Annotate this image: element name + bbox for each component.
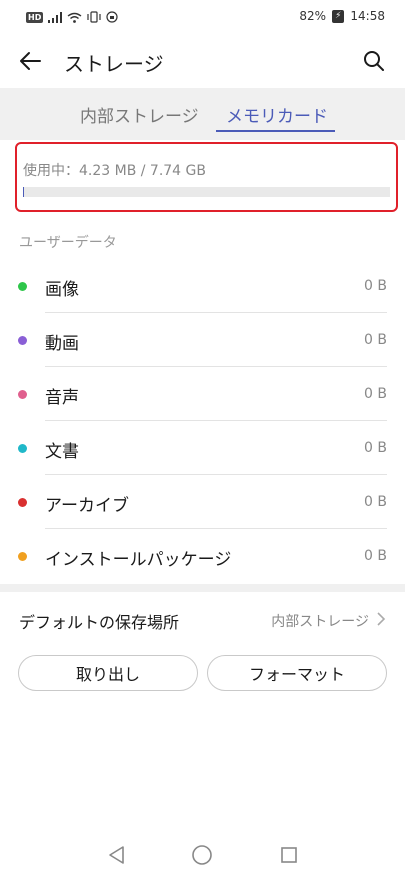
- app-header: ストレージ: [0, 34, 405, 88]
- default-save-location-value: 内部ストレージ: [271, 614, 369, 630]
- alarm-icon: [106, 11, 118, 23]
- category-color-dot: [18, 498, 27, 507]
- battery-percent: 82%: [299, 9, 327, 23]
- nav-recents-button[interactable]: [276, 842, 302, 868]
- chevron-right-icon: [377, 612, 386, 626]
- section-separator: [0, 584, 405, 592]
- default-save-location-label: デフォルトの保存場所: [19, 613, 180, 632]
- section-label-user-data: ユーザーデータ: [19, 235, 117, 251]
- category-label: インストールパッケージ: [45, 550, 232, 570]
- wifi-icon: [67, 12, 82, 23]
- usage-progress-bar: [23, 187, 390, 197]
- back-arrow-icon: [20, 52, 41, 70]
- circle-home-icon: [192, 845, 212, 865]
- back-button[interactable]: [14, 46, 46, 76]
- status-icons-left: HD: [26, 11, 118, 23]
- storage-tabs: 内部ストレージ メモリカード: [0, 88, 405, 140]
- page-title: ストレージ: [64, 52, 164, 76]
- category-size: 0 B: [364, 548, 387, 564]
- category-size: 0 B: [364, 440, 387, 456]
- format-button[interactable]: フォーマット: [207, 655, 387, 691]
- list-item-audio[interactable]: 音声 0 B: [0, 367, 405, 421]
- clock: 14:58: [350, 9, 385, 23]
- triangle-back-icon: [109, 846, 124, 864]
- category-color-dot: [18, 552, 27, 561]
- status-bar: HD 82% ⚡ 14:58: [0, 0, 405, 34]
- category-label: 文書: [45, 442, 79, 462]
- status-icons-right: 82% ⚡ 14:58: [299, 9, 385, 23]
- category-size: 0 B: [364, 332, 387, 348]
- signal-icon: [48, 11, 63, 23]
- category-color-dot: [18, 390, 27, 399]
- usage-summary: 使用中：4.23 MB / 7.74 GB: [15, 142, 398, 212]
- tab-memory-card[interactable]: メモリカード: [226, 102, 328, 127]
- search-button[interactable]: [359, 46, 389, 76]
- eject-button[interactable]: 取り出し: [18, 655, 198, 691]
- list-item-archives[interactable]: アーカイブ 0 B: [0, 475, 405, 529]
- hd-icon: HD: [26, 11, 44, 23]
- category-label: 画像: [45, 280, 79, 300]
- square-recents-icon: [281, 847, 297, 863]
- default-save-location-row[interactable]: デフォルトの保存場所 内部ストレージ: [0, 593, 405, 645]
- list-item-images[interactable]: 画像 0 B: [0, 259, 405, 313]
- category-size: 0 B: [364, 278, 387, 294]
- search-icon: [364, 51, 384, 71]
- nav-home-button[interactable]: [189, 842, 215, 868]
- category-color-dot: [18, 444, 27, 453]
- active-tab-indicator: [216, 130, 335, 132]
- category-color-dot: [18, 336, 27, 345]
- usage-text: 使用中：4.23 MB / 7.74 GB: [23, 163, 206, 179]
- vibrate-icon: [87, 11, 101, 23]
- list-item-documents[interactable]: 文書 0 B: [0, 421, 405, 475]
- category-label: 動画: [45, 334, 79, 354]
- list-item-install-packages[interactable]: インストールパッケージ 0 B: [0, 529, 405, 583]
- nav-back-button[interactable]: [103, 842, 129, 868]
- system-navigation-bar: [0, 830, 405, 878]
- list-item-videos[interactable]: 動画 0 B: [0, 313, 405, 367]
- category-list: 画像 0 B 動画 0 B 音声 0 B 文書 0 B アーカイブ 0 B イン…: [0, 259, 405, 583]
- category-label: アーカイブ: [45, 496, 129, 516]
- category-size: 0 B: [364, 386, 387, 402]
- battery-icon: ⚡: [332, 9, 345, 23]
- category-size: 0 B: [364, 494, 387, 510]
- tab-internal-storage[interactable]: 内部ストレージ: [80, 102, 199, 127]
- category-label: 音声: [45, 388, 79, 408]
- category-color-dot: [18, 282, 27, 291]
